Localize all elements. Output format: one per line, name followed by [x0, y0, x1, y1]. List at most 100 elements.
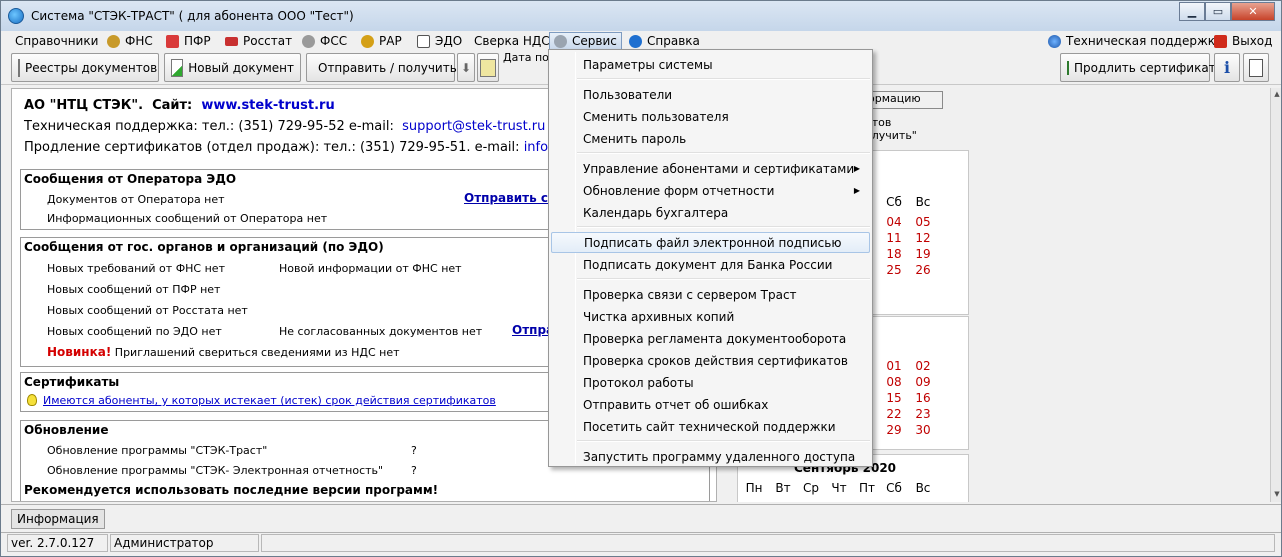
down-arrow-icon: ⬇	[460, 60, 472, 75]
menu-item-update-forms[interactable]: Обновление форм отчетности ▶	[551, 180, 870, 201]
new-document-icon	[171, 58, 184, 77]
send-receive-button[interactable]: Отправить / получить	[306, 53, 457, 82]
maximize-button[interactable]: ▭	[1205, 2, 1231, 21]
status-message	[261, 534, 1275, 552]
menu-rosstat[interactable]: Росстат	[225, 32, 292, 50]
gear-icon	[554, 34, 567, 48]
new-document-button[interactable]: Новый документ	[164, 53, 301, 82]
site-link[interactable]: www.stek-trust.ru	[201, 98, 334, 113]
menu-tech-support[interactable]: Техническая поддержка	[1048, 32, 1222, 50]
print-button[interactable]	[1243, 53, 1269, 82]
pfr-emblem-icon	[166, 34, 179, 48]
menu-item-sign-bank-document[interactable]: Подписать документ для Банка России	[551, 254, 870, 275]
menu-directories[interactable]: Справочники	[15, 32, 98, 50]
menu-item-remote-access[interactable]: Запустить программу удаленного доступа	[551, 446, 870, 467]
new-badge: Новинка!	[47, 345, 112, 359]
calc-button[interactable]	[477, 53, 499, 82]
menu-fns[interactable]: ФНС	[107, 32, 153, 50]
version-label: ver. 2.7.0.127	[7, 534, 108, 552]
stek-reporting-version: ?	[411, 464, 417, 477]
globe-icon	[1048, 34, 1061, 48]
company-header: АО "НТЦ СТЭК". Сайт: www.stek-trust.ru	[24, 98, 335, 113]
menu-nds-reconciliation[interactable]: Сверка НДС	[474, 32, 550, 50]
menu-exit[interactable]: Выход	[1214, 32, 1272, 50]
menu-rar[interactable]: РАР	[361, 32, 402, 50]
menu-edo[interactable]: ЭДО	[417, 32, 462, 50]
menu-item-change-password[interactable]: Сменить пароль	[551, 128, 870, 149]
stek-trust-version: ?	[411, 444, 417, 457]
menu-item-send-error-report[interactable]: Отправить отчет об ошибках	[551, 394, 870, 415]
menu-item-sign-file[interactable]: Подписать файл электронной подписью	[551, 232, 870, 253]
window-title: Система "СТЭК-ТРАСТ" ( для абонента ООО …	[31, 9, 354, 23]
archive-icon	[480, 58, 496, 77]
edo-envelope-icon	[417, 34, 430, 48]
status-bar: ver. 2.7.0.127 Администратор	[1, 532, 1281, 552]
section-title: Сообщения от гос. органов и организаций …	[24, 240, 384, 254]
operator-docs-status: Документов от Оператора нет	[47, 193, 225, 206]
info-button[interactable]: i	[1214, 53, 1240, 82]
update-recommendation: Рекомендуется использовать последние вер…	[24, 483, 439, 497]
unagreed-docs-status: Не согласованных документов нет	[279, 325, 483, 338]
menu-item-switch-user[interactable]: Сменить пользователя	[551, 106, 870, 127]
section-title: Сертификаты	[24, 375, 120, 389]
menu-item-users[interactable]: Пользователи	[551, 84, 870, 105]
current-user-label: Администратор	[110, 534, 259, 552]
support-contacts: Техническая поддержка: тел.: (351) 729-9…	[24, 119, 546, 134]
registries-button[interactable]: Реестры документов	[11, 53, 159, 82]
menu-item-manage-subscribers[interactable]: Управление абонентами и сертификатами ▶	[551, 158, 870, 179]
menu-service[interactable]: Сервис	[549, 32, 622, 50]
menu-separator	[577, 226, 870, 228]
menu-item-check-connection[interactable]: Проверка связи с сервером Траст	[551, 284, 870, 305]
help-icon	[629, 34, 642, 48]
menu-item-system-params[interactable]: Параметры системы	[551, 54, 870, 75]
fns-emblem-icon	[107, 34, 120, 48]
title-bar: Система "СТЭК-ТРАСТ" ( для абонента ООО …	[1, 1, 1281, 31]
vertical-scrollbar[interactable]: ▲ ▼	[1270, 88, 1281, 502]
menu-pfr[interactable]: ПФР	[166, 32, 211, 50]
menu-item-check-cert-validity[interactable]: Проверка сроков действия сертификатов	[551, 350, 870, 371]
pfr-status: Новых сообщений от ПФР нет	[47, 283, 221, 296]
menu-separator	[577, 440, 870, 442]
rar-emblem-icon	[361, 34, 374, 48]
close-window-button[interactable]: ✕	[1231, 2, 1275, 21]
renew-certificate-button[interactable]: Продлить сертификат	[1060, 53, 1216, 82]
fss-emblem-icon	[302, 34, 315, 48]
certificate-icon	[1067, 60, 1069, 75]
menu-separator	[577, 78, 870, 80]
app-window: Система "СТЭК-ТРАСТ" ( для абонента ООО …	[0, 0, 1282, 557]
scroll-up-icon[interactable]: ▲	[1273, 90, 1281, 98]
menu-item-work-log[interactable]: Протокол работы	[551, 372, 870, 393]
menu-item-check-regulations[interactable]: Проверка регламента документооборота	[551, 328, 870, 349]
window-controls: ▁ ▭ ✕	[1179, 2, 1275, 21]
menu-item-clean-archives[interactable]: Чистка архивных копий	[551, 306, 870, 327]
menu-item-accountant-calendar[interactable]: Календарь бухгалтера	[551, 202, 870, 223]
submenu-arrow-icon: ▶	[853, 186, 860, 195]
menu-item-visit-support-site[interactable]: Посетить сайт технической поддержки	[551, 416, 870, 437]
rosstat-emblem-icon	[225, 36, 238, 46]
operator-info-status: Информационных сообщений от Оператора не…	[47, 212, 328, 225]
fns-info-status: Новой информации от ФНС нет	[279, 262, 462, 275]
expiring-certs-link[interactable]: Имеются абоненты, у которых истекает (ис…	[43, 394, 496, 407]
download-arrow-button[interactable]: ⬇	[457, 53, 475, 82]
menu-bar: Справочники ФНС ПФР Росстат ФСС РАР ЭДО …	[1, 31, 1281, 51]
section-title: Обновление	[24, 423, 109, 437]
edo-status: Новых сообщений по ЭДО нет	[47, 325, 222, 338]
scroll-down-icon[interactable]: ▼	[1273, 490, 1281, 498]
menu-separator	[577, 278, 870, 280]
sales-contacts: Продление сертификатов (отдел продаж): т…	[24, 140, 598, 155]
menu-help[interactable]: Справка	[629, 32, 700, 50]
exit-icon	[1214, 34, 1227, 48]
info-action-button[interactable]: ормацию	[865, 91, 943, 109]
section-title: Сообщения от Оператора ЭДО	[24, 172, 237, 186]
minimize-button[interactable]: ▁	[1179, 2, 1205, 21]
expiring-certs-row: Имеются абоненты, у которых истекает (ис…	[27, 394, 496, 407]
bottom-tab-bar: Информация	[1, 504, 1281, 530]
rosstat-status: Новых сообщений от Росстата нет	[47, 304, 248, 317]
submenu-arrow-icon: ▶	[853, 164, 860, 173]
menu-separator	[577, 152, 870, 154]
tab-information[interactable]: Информация	[11, 509, 105, 529]
fns-requirements-status: Новых требований от ФНС нет	[47, 262, 225, 275]
lightbulb-icon	[27, 394, 37, 406]
menu-fss[interactable]: ФСС	[302, 32, 347, 50]
support-email-link[interactable]: support@stek-trust.ru	[402, 119, 545, 134]
